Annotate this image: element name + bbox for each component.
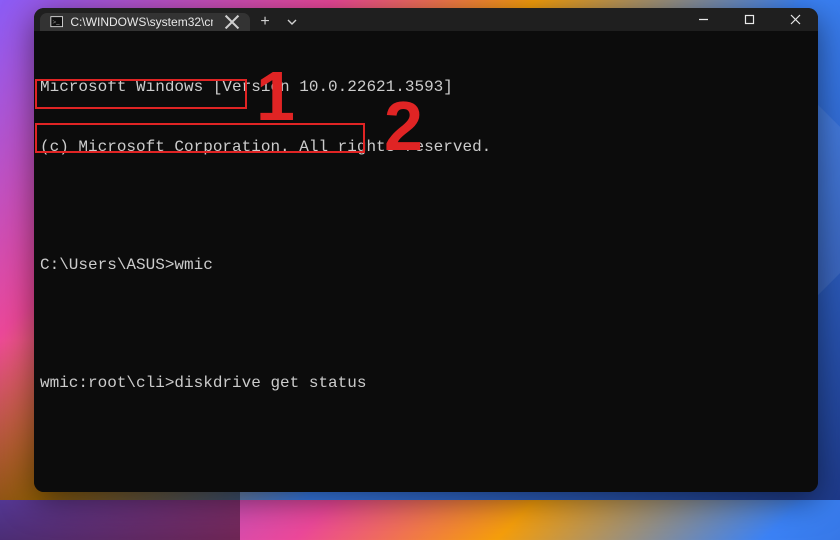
terminal-line: Microsoft Windows [Version 10.0.22621.35…: [38, 77, 814, 97]
titlebar-drag-region[interactable]: [304, 8, 680, 31]
terminal-blank-line: [38, 315, 814, 333]
terminal-line: (c) Microsoft Corporation. All rights re…: [38, 137, 814, 157]
terminal-line: C:\Users\ASUS>wmic: [38, 255, 814, 275]
new-tab-button[interactable]: +: [250, 13, 280, 31]
tab-cmd[interactable]: >_ C:\WINDOWS\system32\cmd.: [40, 13, 250, 31]
tab-close-button[interactable]: [224, 13, 240, 31]
close-button[interactable]: [772, 8, 818, 31]
terminal-blank-line: [38, 433, 814, 451]
chevron-down-icon: [286, 16, 298, 28]
maximize-button[interactable]: [726, 8, 772, 31]
close-icon: [790, 14, 801, 25]
cmd-icon: >_: [50, 15, 63, 30]
terminal-blank-line: [38, 197, 814, 215]
titlebar[interactable]: >_ C:\WINDOWS\system32\cmd. +: [34, 8, 818, 31]
terminal-window: >_ C:\WINDOWS\system32\cmd. + Microsoft …: [34, 8, 818, 492]
minimize-button[interactable]: [680, 8, 726, 31]
terminal-line: wmic:root\cli>diskdrive get status: [38, 373, 814, 393]
terminal-line: Status: [38, 491, 814, 492]
minimize-icon: [698, 14, 709, 25]
terminal-body[interactable]: Microsoft Windows [Version 10.0.22621.35…: [34, 31, 818, 492]
maximize-icon: [744, 14, 755, 25]
tab-title: C:\WINDOWS\system32\cmd.: [70, 15, 213, 29]
tabs-dropdown-button[interactable]: [280, 13, 304, 31]
plus-icon: +: [260, 13, 269, 31]
svg-text:>_: >_: [53, 19, 61, 26]
